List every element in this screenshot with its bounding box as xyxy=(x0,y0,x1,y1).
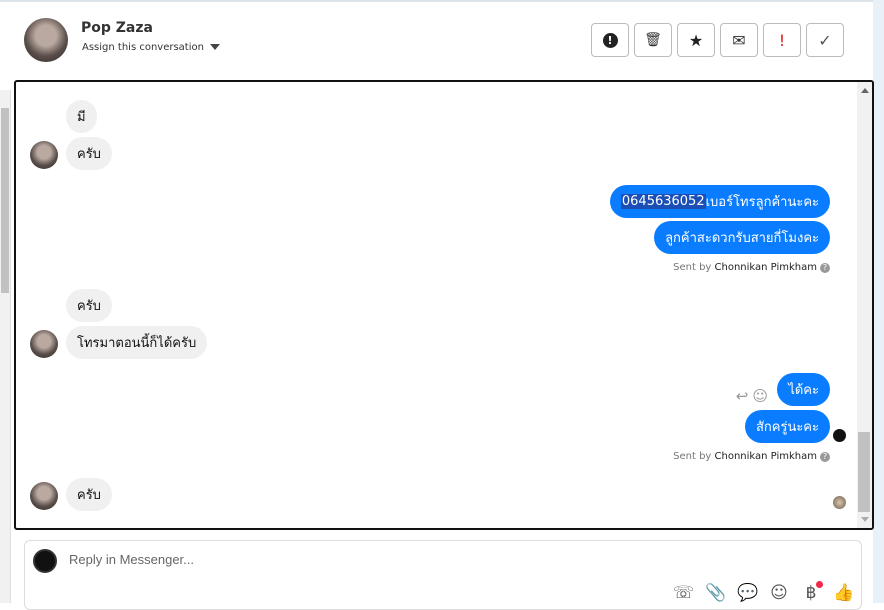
contact-avatar xyxy=(24,18,68,62)
mail-open-icon: ✉ xyxy=(732,30,746,50)
contact-avatar-small xyxy=(30,330,58,358)
attachment-icon[interactable]: 📎 xyxy=(705,583,726,603)
star-button[interactable]: ★ xyxy=(677,23,715,57)
sent-by-label: Sent by Chonnikan Pimkham? xyxy=(673,451,830,462)
important-button[interactable]: ! xyxy=(763,23,801,57)
notification-dot xyxy=(816,581,823,588)
done-button[interactable]: ✓ xyxy=(806,23,844,57)
message-incoming: ครับ xyxy=(66,289,112,322)
selected-text: 0645636052 xyxy=(620,194,706,209)
caret-down-icon xyxy=(209,44,220,50)
message-thread[interactable]: มี ครับ 0645636052 เบอร์โทรลูกค้านะคะ ลู… xyxy=(14,80,874,530)
reply-icon[interactable]: ↩ xyxy=(736,387,749,405)
message-incoming: ครับ xyxy=(66,478,112,511)
call-add-icon[interactable]: ☏ xyxy=(673,583,694,603)
message-incoming: โทรมาตอนนี้ก็ได้ครับ xyxy=(66,326,208,359)
help-icon[interactable]: ? xyxy=(820,452,830,462)
assign-label: Assign this conversation xyxy=(82,42,204,53)
agent-seen-avatar xyxy=(833,429,846,442)
delete-button[interactable]: 🗑 xyxy=(634,23,672,57)
message-actions: ↩ ☺ xyxy=(736,387,768,405)
saved-reply-icon[interactable]: 💬 xyxy=(737,583,758,603)
message-outgoing: ลูกค้าสะดวกรับสายกี่โมงคะ xyxy=(654,221,830,254)
help-icon[interactable]: ? xyxy=(820,263,830,273)
trash-icon: 🗑 xyxy=(644,32,662,48)
scroll-up-icon[interactable] xyxy=(861,88,869,93)
thread-scrollbar[interactable] xyxy=(857,82,872,528)
reply-input[interactable] xyxy=(69,552,669,567)
message-incoming: มี xyxy=(66,100,97,133)
page-scrollbar[interactable] xyxy=(0,90,11,603)
scrollbar-thumb[interactable] xyxy=(1,108,9,293)
assign-conversation-dropdown[interactable]: Assign this conversation xyxy=(82,42,220,53)
toolbar: ! 🗑 ★ ✉ ! ✓ xyxy=(591,23,844,57)
alert-circle-icon: ! xyxy=(602,32,618,48)
message-outgoing: สักครู่นะคะ xyxy=(744,410,830,443)
contact-avatar-small xyxy=(30,141,58,169)
scroll-down-icon[interactable] xyxy=(861,517,869,522)
spam-button[interactable]: ! xyxy=(591,23,629,57)
mark-unread-button[interactable]: ✉ xyxy=(720,23,758,57)
important-icon: ! xyxy=(778,30,786,50)
composer-tools: ☏ 📎 💬 ☺ ฿ 👍 xyxy=(673,581,854,603)
sent-by-label: Sent by Chonnikan Pimkham? xyxy=(673,262,830,273)
emoji-icon[interactable]: ☺ xyxy=(769,583,789,603)
emoji-react-icon[interactable]: ☺ xyxy=(752,387,768,405)
scrollbar-thumb[interactable] xyxy=(858,432,870,512)
message-outgoing: 0645636052 เบอร์โทรลูกค้านะคะ xyxy=(609,185,830,218)
check-icon: ✓ xyxy=(818,30,832,50)
read-receipt-avatar xyxy=(833,496,846,509)
top-border xyxy=(0,0,884,2)
contact-name: Pop Zaza xyxy=(81,20,153,36)
thumbs-up-icon[interactable]: 👍 xyxy=(833,583,854,603)
message-text: เบอร์โทรลูกค้านะคะ xyxy=(705,195,819,210)
contact-avatar-small xyxy=(30,482,58,510)
star-icon: ★ xyxy=(688,30,704,50)
page-avatar xyxy=(33,549,57,573)
reply-composer: ☏ 📎 💬 ☺ ฿ 👍 xyxy=(24,540,862,610)
message-outgoing: ได้คะ xyxy=(777,373,830,406)
side-strip xyxy=(873,0,884,603)
message-incoming: ครับ xyxy=(66,137,112,170)
baht-payment-icon[interactable]: ฿ xyxy=(801,581,823,603)
